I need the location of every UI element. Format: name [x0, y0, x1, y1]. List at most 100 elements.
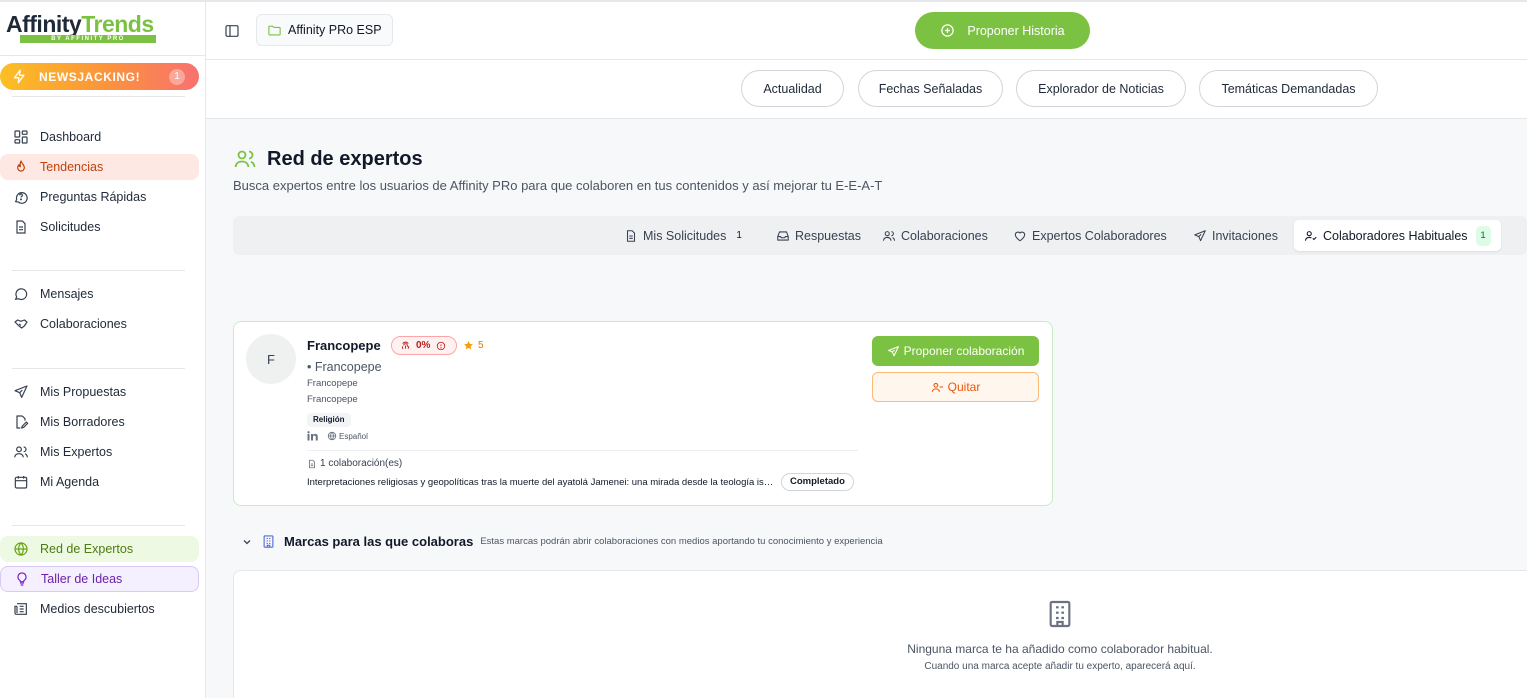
propose-story-label: Proponer Historia	[967, 23, 1065, 38]
propose-story-button[interactable]: Proponer Historia	[915, 12, 1090, 49]
logo-subtitle: BY AFFINITY PRO	[20, 35, 156, 43]
collab-count: 1 colaboración(es)	[307, 458, 402, 469]
sidebar-item-dashboard[interactable]: Dashboard	[0, 124, 199, 150]
sidebar-item-label: Medios descubiertos	[40, 602, 155, 616]
sidebar-item-label: Mis Borradores	[40, 415, 125, 429]
rating: 5	[463, 340, 484, 351]
marcas-empty-state: Ninguna marca te ha añadido como colabor…	[233, 570, 1527, 698]
marcas-title: Marcas para las que colaboras	[284, 534, 474, 549]
newsjacking-count: 1	[169, 69, 185, 85]
sidebar-item-mi-agenda[interactable]: Mi Agenda	[0, 469, 199, 495]
sidebar-item-mis-borradores[interactable]: Mis Borradores	[0, 409, 199, 435]
document-icon	[626, 229, 636, 242]
marcas-description: Estas marcas podrán abrir colaboraciones…	[480, 536, 883, 547]
nav-pill-tematicas-demandadas[interactable]: Temáticas Demandadas	[1199, 70, 1378, 107]
chat-icon	[14, 288, 28, 301]
page-header: Red de expertos	[233, 147, 423, 171]
expert-meta: Español	[307, 431, 368, 441]
info-icon[interactable]	[436, 341, 446, 351]
sidebar-item-mis-propuestas[interactable]: Mis Propuestas	[0, 379, 199, 405]
send-icon	[1194, 229, 1206, 241]
logo-text-a: Affinity	[6, 11, 82, 37]
language: Español	[327, 431, 368, 441]
nav-pill-fechas-senaladas[interactable]: Fechas Señaladas	[858, 70, 1003, 107]
building-icon	[263, 535, 274, 548]
score-value: 0%	[416, 340, 431, 351]
users-icon	[14, 446, 28, 458]
heart-icon	[1014, 231, 1026, 241]
sidebar-item-solicitudes[interactable]: Solicitudes	[0, 214, 199, 240]
sidebar-item-label: Mis Propuestas	[40, 385, 127, 399]
chevron-down-icon[interactable]	[241, 536, 253, 548]
propose-collab-button[interactable]: Proponer colaboración	[872, 336, 1039, 366]
divider	[12, 270, 185, 271]
expert-name[interactable]: Francopepe	[307, 338, 381, 353]
fingerprint-icon	[401, 341, 410, 350]
user-minus-icon	[931, 382, 943, 392]
globe-icon	[327, 431, 337, 441]
main-content: Red de expertos Busca expertos entre los…	[206, 119, 1527, 698]
collab-title[interactable]: Interpretaciones religiosas y geopolític…	[307, 477, 775, 488]
tab-respuestas[interactable]: Respuestas	[776, 220, 861, 251]
divider	[12, 368, 185, 369]
nav-pill-explorador-noticias[interactable]: Explorador de Noticias	[1016, 70, 1186, 107]
sidebar-item-preguntas-rapidas[interactable]: Preguntas Rápidas	[0, 184, 199, 210]
expert-card: F Francopepe 0% 5 • Francopepe Francopep…	[233, 321, 1053, 506]
document-icon	[16, 220, 26, 234]
expert-handle: • Francopepe	[307, 360, 382, 374]
send-icon	[887, 345, 899, 356]
divider	[12, 96, 185, 97]
sidebar-item-taller-de-ideas[interactable]: Taller de Ideas	[0, 566, 199, 592]
newsjacking-button[interactable]: NEWSJACKING! 1	[0, 63, 199, 90]
tab-colaboraciones[interactable]: Colaboraciones	[882, 220, 988, 251]
calendar-icon	[14, 476, 28, 489]
rating-value: 5	[478, 340, 484, 351]
marcas-section-header[interactable]: Marcas para las que colaboras Estas marc…	[241, 534, 883, 549]
nav-pill-actualidad[interactable]: Actualidad	[741, 70, 844, 107]
workspace-selector[interactable]: Affinity PRo ESP	[256, 14, 393, 46]
remove-button[interactable]: Quitar	[872, 372, 1039, 402]
sidebar-item-label: Taller de Ideas	[41, 572, 123, 586]
sidebar-item-label: Red de Expertos	[40, 542, 134, 556]
newspaper-icon	[14, 603, 27, 615]
tab-mis-solicitudes[interactable]: Mis Solicitudes 1	[624, 220, 742, 251]
sidebar-item-label: Mi Agenda	[40, 475, 100, 489]
tab-label: Colaboraciones	[901, 228, 988, 243]
question-icon	[14, 192, 28, 204]
sidebar-item-mensajes[interactable]: Mensajes	[0, 281, 199, 307]
sidebar-item-colaboraciones[interactable]: Colaboraciones	[0, 311, 199, 337]
tab-label: Respuestas	[795, 228, 862, 243]
topic-tag: Religión	[307, 413, 351, 427]
newsjacking-label: NEWSJACKING!	[39, 69, 141, 84]
star-icon	[464, 341, 473, 350]
expert-detail-1: Francopepe	[307, 378, 358, 389]
sidebar-item-red-de-expertos[interactable]: Red de Expertos	[0, 536, 199, 562]
sidebar-item-label: Mensajes	[40, 287, 94, 301]
divider	[307, 450, 858, 451]
workspace-label: Affinity PRo ESP	[288, 23, 382, 37]
app-root: AffinityTrends BY AFFINITY PRO NEWSJACKI…	[0, 0, 1527, 698]
sidebar-toggle-icon[interactable]	[224, 23, 240, 39]
tab-expertos-colaboradores[interactable]: Expertos Colaboradores	[1013, 220, 1167, 251]
tab-count-badge: 1	[1475, 225, 1491, 246]
flame-icon	[17, 160, 25, 172]
divider	[0, 55, 205, 56]
sidebar-item-medios-descubiertos[interactable]: Medios descubiertos	[0, 596, 199, 622]
send-icon	[14, 385, 28, 398]
section-nav: Actualidad Fechas Señaladas Explorador d…	[206, 60, 1527, 119]
tab-invitaciones[interactable]: Invitaciones	[1193, 220, 1278, 251]
sidebar-item-tendencias[interactable]: Tendencias	[0, 154, 199, 180]
logo-text-b: Trends	[81, 11, 154, 37]
sidebar-item-mis-expertos[interactable]: Mis Expertos	[0, 439, 199, 465]
tab-label: Expertos Colaboradores	[1032, 228, 1167, 243]
propose-collab-label: Proponer colaboración	[903, 344, 1025, 358]
bolt-icon	[13, 69, 25, 84]
tabs-bar: Mis Solicitudes 1 Respuestas Colaboracio…	[233, 216, 1527, 255]
logo-text: AffinityTrends	[6, 12, 158, 36]
linkedin-icon[interactable]	[307, 431, 319, 441]
tab-colaboradores-habituales[interactable]: Colaboradores Habituales 1	[1294, 220, 1501, 251]
edit-doc-icon	[16, 415, 29, 429]
logo[interactable]: AffinityTrends BY AFFINITY PRO	[6, 12, 158, 46]
users-icon	[882, 230, 896, 241]
sidebar-item-label: Solicitudes	[40, 220, 101, 234]
